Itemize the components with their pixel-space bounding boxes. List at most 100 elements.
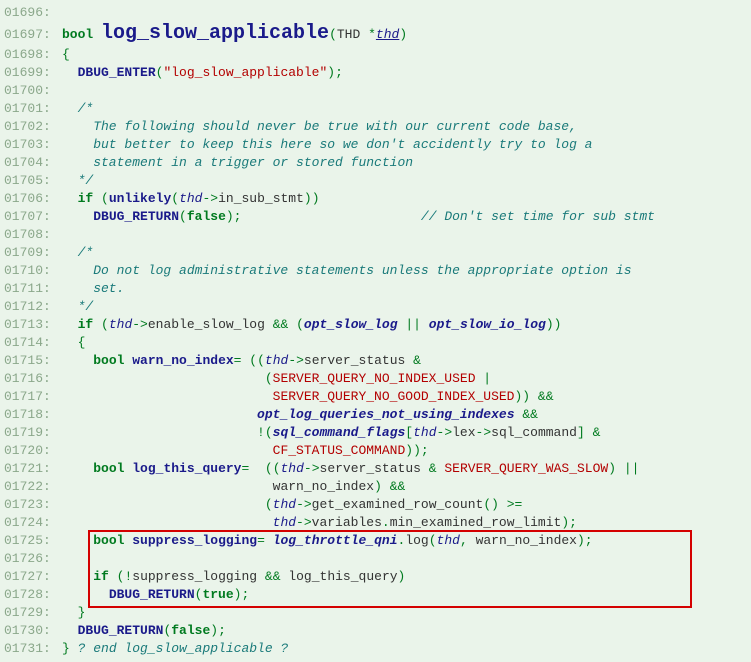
code-text: DBUG_RETURN(false);: [62, 622, 226, 640]
line-number: 01723:: [4, 496, 62, 514]
code-line: 01728: DBUG_RETURN(true);: [4, 586, 747, 604]
code-line: 01720: CF_STATUS_COMMAND));: [4, 442, 747, 460]
line-number: 01704:: [4, 154, 62, 172]
code-text: CF_STATUS_COMMAND));: [62, 442, 429, 460]
code-text: bool log_this_query= ((thd->server_statu…: [62, 460, 639, 478]
line-number: 01712:: [4, 298, 62, 316]
code-line: 01708:: [4, 226, 747, 244]
code-line: 01730: DBUG_RETURN(false);: [4, 622, 747, 640]
code-text: bool log_slow_applicable(THD *thd): [62, 22, 407, 47]
code-text: DBUG_RETURN(true);: [62, 586, 249, 604]
line-number: 01729:: [4, 604, 62, 622]
comment: but better to keep this here so we don't…: [62, 136, 593, 154]
line-number: 01716:: [4, 370, 62, 388]
comment: /*: [62, 244, 93, 262]
code-line: 01705: */: [4, 172, 747, 190]
code-text: if (!suppress_logging && log_this_query): [62, 568, 405, 586]
line-number: 01710:: [4, 262, 62, 280]
code-line: 01727: if (!suppress_logging && log_this…: [4, 568, 747, 586]
code-text: } ? end log_slow_applicable ?: [62, 640, 288, 658]
code-text: (thd->get_examined_row_count() >=: [62, 496, 522, 514]
line-number: 01715:: [4, 352, 62, 370]
comment: statement in a trigger or stored functio…: [62, 154, 413, 172]
code-line: 01699: DBUG_ENTER("log_slow_applicable")…: [4, 64, 747, 82]
line-number: 01711:: [4, 280, 62, 298]
code-line: 01722: warn_no_index) &&: [4, 478, 747, 496]
code-line: 01704: statement in a trigger or stored …: [4, 154, 747, 172]
line-number: 01731:: [4, 640, 62, 658]
code-line: 01717: SERVER_QUERY_NO_GOOD_INDEX_USED))…: [4, 388, 747, 406]
code-text: bool warn_no_index= ((thd->server_status…: [62, 352, 421, 370]
line-number: 01708:: [4, 226, 62, 244]
line-number: 01700:: [4, 82, 62, 100]
line-number: 01721:: [4, 460, 62, 478]
line-number: 01718:: [4, 406, 62, 424]
code-text: {: [62, 46, 70, 64]
code-line: 01715: bool warn_no_index= ((thd->server…: [4, 352, 747, 370]
code-line: 01702: The following should never be tru…: [4, 118, 747, 136]
code-line: 01696:: [4, 4, 747, 22]
code-text: thd->variables.min_examined_row_limit);: [62, 514, 577, 532]
code-line: 01713: if (thd->enable_slow_log && (opt_…: [4, 316, 747, 334]
line-number: 01724:: [4, 514, 62, 532]
code-line: 01731: } ? end log_slow_applicable ?: [4, 640, 747, 658]
line-number: 01698:: [4, 46, 62, 64]
comment: Do not log administrative statements unl…: [62, 262, 632, 280]
code-line: 01718: opt_log_queries_not_using_indexes…: [4, 406, 747, 424]
comment: */: [62, 172, 93, 190]
code-text: if (unlikely(thd->in_sub_stmt)): [62, 190, 320, 208]
code-line: 01707: DBUG_RETURN(false); // Don't set …: [4, 208, 747, 226]
code-line: 01723: (thd->get_examined_row_count() >=: [4, 496, 747, 514]
code-text: DBUG_RETURN(false); // Don't set time fo…: [62, 208, 655, 226]
code-line: 01719: !(sql_command_flags[thd->lex->sql…: [4, 424, 747, 442]
code-line: 01700:: [4, 82, 747, 100]
line-number: 01701:: [4, 100, 62, 118]
code-text: }: [62, 604, 85, 622]
line-number: 01727:: [4, 568, 62, 586]
line-number: 01713:: [4, 316, 62, 334]
line-number: 01699:: [4, 64, 62, 82]
code-line: 01714: {: [4, 334, 747, 352]
code-line: 01697: bool log_slow_applicable(THD *thd…: [4, 22, 747, 46]
code-text: warn_no_index) &&: [62, 478, 405, 496]
code-text: {: [62, 334, 85, 352]
line-number: 01702:: [4, 118, 62, 136]
line-number: 01726:: [4, 550, 62, 568]
code-text: if (thd->enable_slow_log && (opt_slow_lo…: [62, 316, 561, 334]
line-number: 01707:: [4, 208, 62, 226]
line-number: 01706:: [4, 190, 62, 208]
code-text: opt_log_queries_not_using_indexes &&: [62, 406, 538, 424]
comment: set.: [62, 280, 124, 298]
line-number: 01725:: [4, 532, 62, 550]
code-container: { "lines": { "L1696": "01696:", "L1697":…: [4, 4, 747, 658]
line-number: 01722:: [4, 478, 62, 496]
line-number: 01730:: [4, 622, 62, 640]
code-line: 01724: thd->variables.min_examined_row_l…: [4, 514, 747, 532]
line-number: 01714:: [4, 334, 62, 352]
code-line: 01698: {: [4, 46, 747, 64]
code-line: 01721: bool log_this_query= ((thd->serve…: [4, 460, 747, 478]
code-text: DBUG_ENTER("log_slow_applicable");: [62, 64, 343, 82]
code-line: 01712: */: [4, 298, 747, 316]
line-number: 01696:: [4, 4, 62, 22]
line-number: 01709:: [4, 244, 62, 262]
code-text: SERVER_QUERY_NO_GOOD_INDEX_USED)) &&: [62, 388, 554, 406]
line-number: 01697:: [4, 23, 62, 47]
line-number: 01719:: [4, 424, 62, 442]
comment: /*: [62, 100, 93, 118]
code-line: 01729: }: [4, 604, 747, 622]
comment: */: [62, 298, 93, 316]
code-text: bool suppress_logging= log_throttle_qni.…: [62, 532, 593, 550]
line-number: 01703:: [4, 136, 62, 154]
code-line: 01709: /*: [4, 244, 747, 262]
code-line: 01716: (SERVER_QUERY_NO_INDEX_USED |: [4, 370, 747, 388]
code-line: 01710: Do not log administrative stateme…: [4, 262, 747, 280]
code-line: 01725: bool suppress_logging= log_thrott…: [4, 532, 747, 550]
code-line: 01726:: [4, 550, 747, 568]
code-text: (SERVER_QUERY_NO_INDEX_USED |: [62, 370, 491, 388]
code-text: !(sql_command_flags[thd->lex->sql_comman…: [62, 424, 600, 442]
code-line: 01706: if (unlikely(thd->in_sub_stmt)): [4, 190, 747, 208]
line-number: 01705:: [4, 172, 62, 190]
code-line: 01703: but better to keep this here so w…: [4, 136, 747, 154]
comment: The following should never be true with …: [62, 118, 577, 136]
